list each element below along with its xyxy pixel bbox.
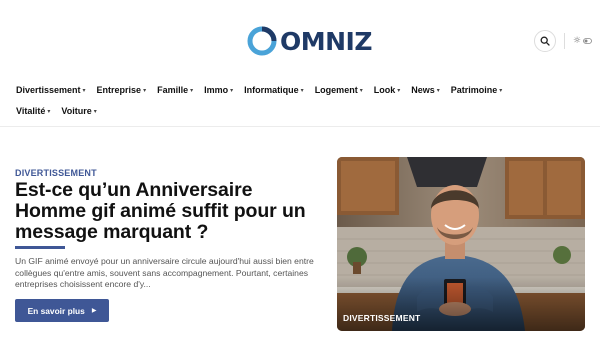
article-excerpt: Un GIF animé envoyé pour un anniversaire… — [15, 256, 314, 289]
nav-item-look[interactable]: Look ▾ — [374, 85, 401, 95]
nav-label: Divertissement — [16, 85, 81, 95]
header-actions: ☼ — [533, 30, 592, 52]
read-more-label: En savoir plus — [27, 305, 85, 316]
chevron-down-icon: ▾ — [359, 86, 363, 94]
chevron-down-icon: ▾ — [190, 86, 194, 94]
site-logo[interactable]: OMNIZ — [247, 25, 372, 57]
main-nav: Divertissement ▾ Entreprise ▾ Famille ▾ Imm… — [16, 82, 586, 124]
nav-label: Informatique — [244, 85, 299, 95]
nav-label: News — [411, 85, 435, 95]
search-button[interactable] — [533, 30, 556, 52]
nav-item-news[interactable]: News ▾ — [411, 85, 440, 95]
omniz-logo-icon — [247, 26, 277, 56]
toggle-switch-icon — [583, 38, 592, 44]
nav-label: Famille — [157, 85, 189, 95]
chevron-down-icon: ▾ — [300, 86, 304, 94]
nav-label: Patrimoine — [450, 85, 498, 95]
dark-mode-toggle[interactable]: ☼ — [573, 36, 592, 46]
chevron-down-icon: ▾ — [397, 86, 401, 94]
nav-label: Logement — [314, 85, 358, 95]
chevron-down-icon: ▾ — [436, 86, 440, 94]
nav-row-2: Vitalité ▾ Voiture ▾ — [16, 103, 586, 119]
nav-label: Vitalité — [16, 106, 46, 116]
chevron-down-icon: ▾ — [47, 107, 51, 115]
chevron-down-icon: ▾ — [499, 86, 503, 94]
title-underline — [15, 246, 65, 249]
search-icon — [540, 36, 550, 46]
nav-divider — [0, 126, 600, 127]
nav-label: Look — [373, 85, 396, 95]
header-divider — [563, 33, 565, 49]
chevron-down-icon: ▾ — [82, 86, 86, 94]
chevron-down-icon: ▾ — [230, 86, 234, 94]
nav-item-patrimoine[interactable]: Patrimoine ▾ — [451, 85, 503, 95]
arrow-right-icon: ▶ — [91, 307, 97, 314]
nav-label: Entreprise — [96, 85, 142, 95]
read-more-button[interactable]: En savoir plus ▶ — [15, 299, 109, 322]
hero-photo — [337, 157, 585, 331]
nav-item-divertissement[interactable]: Divertissement ▾ — [16, 85, 86, 95]
chevron-down-icon: ▾ — [143, 86, 147, 94]
nav-item-logement[interactable]: Logement ▾ — [315, 85, 363, 95]
nav-item-famille[interactable]: Famille ▾ — [157, 85, 193, 95]
nav-item-informatique[interactable]: Informatique ▾ — [244, 85, 304, 95]
image-category-label[interactable]: DIVERTISSEMENT — [343, 313, 420, 323]
site-header: OMNIZ ☼ — [0, 0, 600, 80]
article-category[interactable]: DIVERTISSEMENT — [15, 168, 97, 178]
nav-item-entreprise[interactable]: Entreprise ▾ — [97, 85, 147, 95]
logo-text: OMNIZ — [280, 26, 372, 56]
article-title[interactable]: Est-ce qu’un Anniversaire Homme gif anim… — [15, 180, 315, 243]
nav-item-vitalite[interactable]: Vitalité ▾ — [16, 106, 50, 116]
nav-item-immo[interactable]: Immo ▾ — [204, 85, 233, 95]
chevron-down-icon: ▾ — [93, 107, 97, 115]
nav-label: Immo — [204, 85, 229, 95]
article-image[interactable] — [337, 157, 585, 331]
nav-row-1: Divertissement ▾ Entreprise ▾ Famille ▾ Imm… — [16, 82, 586, 98]
nav-item-voiture[interactable]: Voiture ▾ — [61, 106, 96, 116]
sun-icon: ☼ — [572, 36, 581, 46]
nav-label: Voiture — [61, 106, 92, 116]
